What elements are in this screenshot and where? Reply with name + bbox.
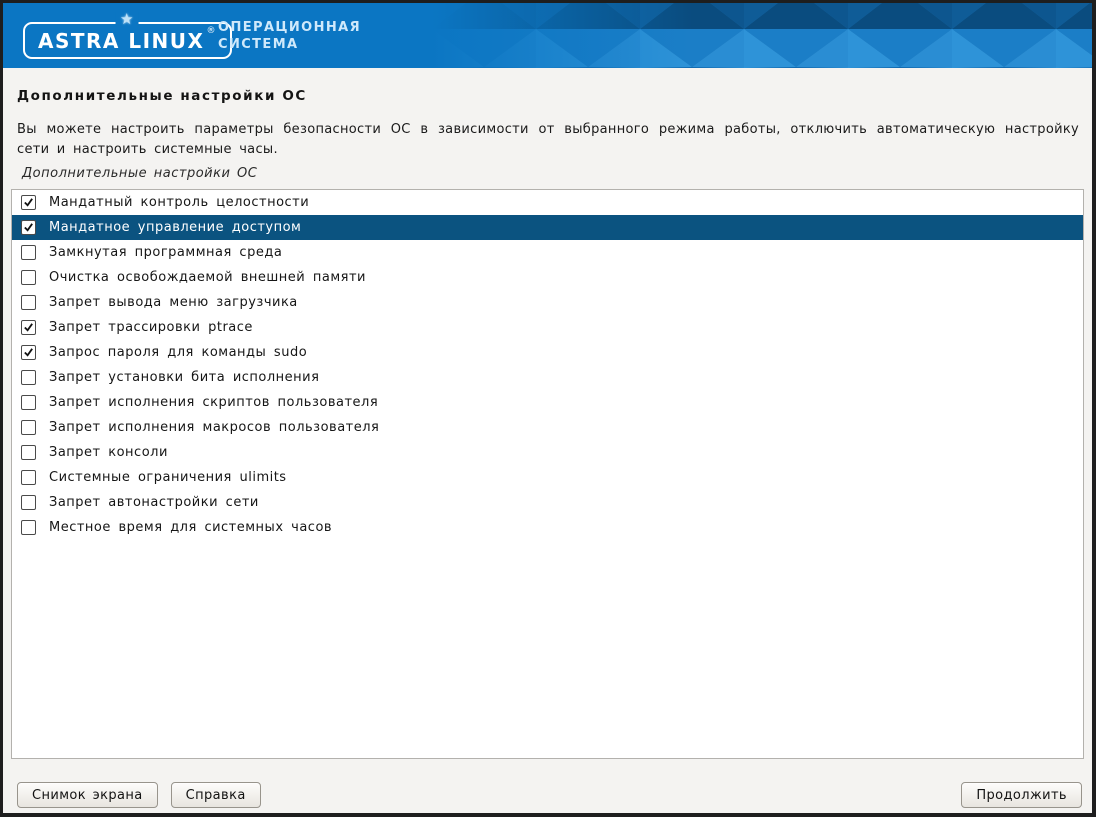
option-row[interactable]: Местное время для системных часов [12, 515, 1083, 540]
header-triangles-decoration [432, 3, 1092, 68]
checkmark-icon [23, 322, 34, 333]
registered-mark: ® [206, 24, 217, 38]
checkbox[interactable] [21, 345, 36, 360]
option-row[interactable]: Запрет консоли [12, 440, 1083, 465]
option-row[interactable]: Запрет вывода меню загрузчика [12, 290, 1083, 315]
checkbox[interactable] [21, 245, 36, 260]
header: ★ ASTRA LINUX ® ОПЕРАЦИОННАЯ СИСТЕМА [3, 3, 1092, 68]
option-label: Местное время для системных часов [49, 520, 332, 535]
page-description: Вы можете настроить параметры безопаснос… [17, 120, 1079, 160]
checkbox[interactable] [21, 195, 36, 210]
brand-line2: СИСТЕМА [218, 36, 361, 53]
checkbox[interactable] [21, 470, 36, 485]
checkmark-icon [23, 197, 34, 208]
checkbox[interactable] [21, 320, 36, 335]
footer-toolbar: Снимок экрана Справка Продолжить [17, 782, 1082, 808]
option-row[interactable]: Запрет исполнения макросов пользователя [12, 415, 1083, 440]
option-label: Запрет автонастройки сети [49, 495, 259, 510]
option-label: Очистка освобождаемой внешней памяти [49, 270, 366, 285]
brand-line1: ОПЕРАЦИОННАЯ [218, 19, 361, 36]
star-icon: ★ [116, 12, 139, 27]
option-label: Мандатное управление доступом [49, 220, 301, 235]
option-row[interactable]: Мандатное управление доступом [12, 215, 1083, 240]
checkbox[interactable] [21, 395, 36, 410]
option-label: Запрет вывода меню загрузчика [49, 295, 298, 310]
option-row[interactable]: Мандатный контроль целостности [12, 190, 1083, 215]
list-caption: Дополнительные настройки ОС [22, 166, 1078, 181]
option-label: Замкнутая программная среда [49, 245, 282, 260]
option-row[interactable]: Запрет исполнения скриптов пользователя [12, 390, 1083, 415]
continue-button[interactable]: Продолжить [961, 782, 1082, 808]
checkbox[interactable] [21, 445, 36, 460]
help-button[interactable]: Справка [171, 782, 261, 808]
brand-caption: ОПЕРАЦИОННАЯ СИСТЕМА [218, 19, 361, 53]
main-content: Дополнительные настройки ОС Вы можете на… [3, 88, 1092, 759]
logo-text: ASTRA LINUX [38, 29, 204, 53]
option-label: Запрет консоли [49, 445, 168, 460]
option-row[interactable]: Запрет автонастройки сети [12, 490, 1083, 515]
option-row[interactable]: Запрет трассировки ptrace [12, 315, 1083, 340]
option-label: Запрет установки бита исполнения [49, 370, 319, 385]
checkbox[interactable] [21, 295, 36, 310]
options-list[interactable]: Мандатный контроль целостности Мандатное… [11, 189, 1084, 759]
checkmark-icon [23, 347, 34, 358]
installer-window: ★ ASTRA LINUX ® ОПЕРАЦИОННАЯ СИСТЕМА Доп… [3, 3, 1092, 813]
checkmark-icon [23, 222, 34, 233]
option-row[interactable]: Замкнутая программная среда [12, 240, 1083, 265]
checkbox[interactable] [21, 520, 36, 535]
option-label: Запрос пароля для команды sudo [49, 345, 307, 360]
option-label: Запрет исполнения макросов пользователя [49, 420, 379, 435]
option-row[interactable]: Очистка освобождаемой внешней памяти [12, 265, 1083, 290]
option-row[interactable]: Системные ограничения ulimits [12, 465, 1083, 490]
option-row[interactable]: Запрет установки бита исполнения [12, 365, 1083, 390]
astra-linux-logo: ★ ASTRA LINUX ® [23, 22, 232, 59]
checkbox[interactable] [21, 370, 36, 385]
checkbox[interactable] [21, 495, 36, 510]
option-label: Запрет исполнения скриптов пользователя [49, 395, 378, 410]
option-label: Мандатный контроль целостности [49, 195, 309, 210]
page-title: Дополнительные настройки ОС [17, 88, 1078, 104]
checkbox[interactable] [21, 220, 36, 235]
checkbox[interactable] [21, 420, 36, 435]
checkbox[interactable] [21, 270, 36, 285]
option-label: Системные ограничения ulimits [49, 470, 287, 485]
screenshot-button[interactable]: Снимок экрана [17, 782, 158, 808]
option-label: Запрет трассировки ptrace [49, 320, 253, 335]
option-row[interactable]: Запрос пароля для команды sudo [12, 340, 1083, 365]
